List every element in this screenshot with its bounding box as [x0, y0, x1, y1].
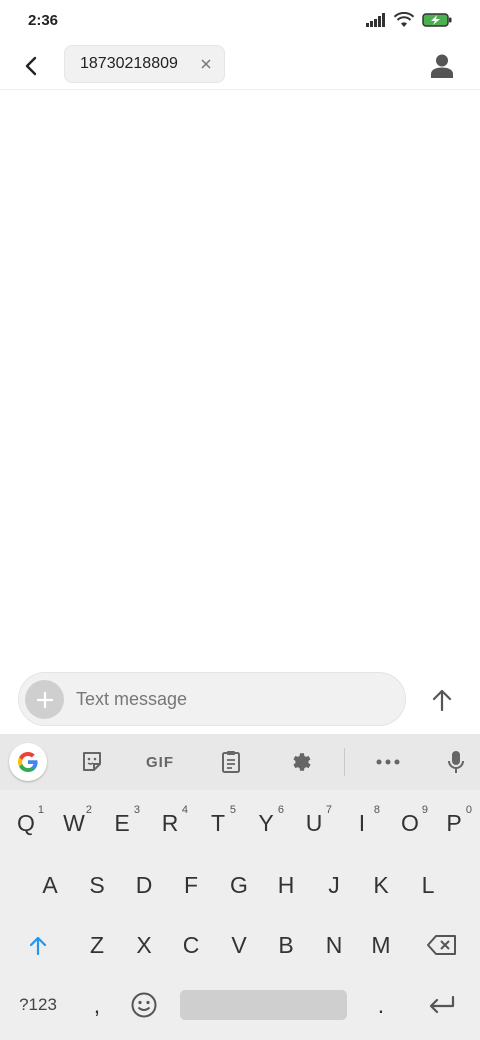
more-button[interactable] [368, 742, 408, 782]
key-z[interactable]: Z [73, 920, 121, 970]
key-label: U [305, 809, 323, 836]
status-icons [366, 12, 452, 28]
key-hint: 4 [181, 804, 188, 816]
key-h[interactable]: H [262, 860, 310, 910]
key-g[interactable]: G [215, 860, 263, 910]
key-label: Y [258, 809, 274, 836]
plus-icon [36, 691, 53, 708]
key-label: P [446, 809, 462, 836]
key-hint: 8 [373, 804, 380, 816]
key-p[interactable]: P0 [430, 798, 478, 848]
key-hint: 9 [421, 804, 428, 816]
shift-key[interactable] [14, 920, 62, 970]
status-time: 2:36 [28, 12, 59, 29]
google-icon [18, 752, 38, 772]
person-icon [431, 54, 453, 78]
key-v[interactable]: V [215, 920, 263, 970]
backspace-icon [427, 935, 456, 955]
key-q[interactable]: Q1 [2, 798, 50, 848]
key-y[interactable]: Y6 [242, 798, 290, 848]
back-arrow-icon [25, 56, 37, 76]
gif-label: GIF [146, 753, 174, 771]
message-input[interactable] [76, 679, 396, 719]
key-m[interactable]: M [357, 920, 405, 970]
key-hint: 5 [229, 804, 236, 816]
close-icon [201, 59, 211, 69]
compose-box [18, 672, 406, 726]
key-label: T [210, 809, 226, 836]
key-t[interactable]: T5 [194, 798, 242, 848]
gear-icon [293, 753, 311, 771]
key-c[interactable]: C [167, 920, 215, 970]
key-i[interactable]: I8 [338, 798, 386, 848]
remove-recipient-button[interactable] [198, 56, 214, 72]
wifi-icon [394, 12, 414, 27]
key-label: I [358, 809, 366, 836]
clipboard-button[interactable] [211, 742, 251, 782]
app-bar: 18730218809 [0, 44, 480, 90]
space-key[interactable] [180, 990, 347, 1020]
emoji-key[interactable] [120, 980, 168, 1030]
key-d[interactable]: D [120, 860, 168, 910]
period-key[interactable]: . [357, 980, 405, 1030]
battery-charging-icon [422, 13, 452, 27]
clipboard-icon [222, 751, 240, 773]
key-label: W [63, 809, 85, 836]
key-n[interactable]: N [310, 920, 358, 970]
keyboard: G I F Q 1 W 2 E 3 R 4 T 5 Y 6 U 7 I 8 O 9 … [0, 734, 480, 1040]
recipient-chip[interactable]: 18730218809 [64, 45, 225, 83]
key-x[interactable]: X [120, 920, 168, 970]
google-button[interactable] [9, 743, 47, 781]
gif-button[interactable]: GIF [140, 742, 180, 782]
key-u[interactable]: U7 [290, 798, 338, 848]
toolbar-divider [344, 748, 345, 776]
conversation-area [0, 91, 480, 666]
key-label: R [161, 809, 179, 836]
key-r[interactable]: R4 [146, 798, 194, 848]
key-hint: 7 [325, 804, 332, 816]
keyboard-toolbar: GIF [0, 734, 480, 790]
comma-key[interactable]: , [73, 980, 121, 1030]
shift-arrow-icon [29, 936, 47, 955]
enter-icon [429, 996, 455, 1014]
key-f[interactable]: F [167, 860, 215, 910]
status-bar: 2:36 [0, 0, 480, 44]
key-hint: 2 [85, 804, 92, 816]
key-label: E [114, 809, 130, 836]
key-b[interactable]: B [262, 920, 310, 970]
key-label: Q [17, 809, 35, 836]
sticker-icon [83, 752, 101, 771]
key-s[interactable]: S [73, 860, 121, 910]
key-l[interactable]: L [404, 860, 452, 910]
enter-key[interactable] [418, 980, 466, 1030]
key-hint: 3 [133, 804, 140, 816]
key-label: O [401, 809, 419, 836]
arrow-up-icon [432, 689, 452, 711]
recipient-number: 18730218809 [80, 55, 178, 72]
voice-input-button[interactable] [436, 742, 476, 782]
key-w[interactable]: W2 [50, 798, 98, 848]
send-button[interactable] [424, 682, 460, 718]
sticker-button[interactable] [72, 742, 112, 782]
settings-button[interactable] [281, 742, 321, 782]
key-hint: 1 [37, 804, 44, 816]
key-e[interactable]: E3 [98, 798, 146, 848]
attach-button[interactable] [25, 680, 64, 719]
emoji-icon [131, 992, 157, 1018]
key-k[interactable]: K [357, 860, 405, 910]
signal-icon [366, 13, 385, 27]
key-o[interactable]: O9 [386, 798, 434, 848]
compose-row [0, 666, 480, 734]
back-button[interactable] [14, 48, 50, 84]
key-j[interactable]: J [310, 860, 358, 910]
key-hint: 0 [465, 804, 472, 816]
more-horizontal-icon [376, 759, 400, 765]
microphone-icon [448, 751, 464, 773]
backspace-key[interactable] [418, 920, 466, 970]
symbols-key[interactable]: ?123 [10, 980, 66, 1030]
key-hint: 6 [277, 804, 284, 816]
contact-button[interactable] [426, 50, 458, 82]
key-a[interactable]: A [26, 860, 74, 910]
